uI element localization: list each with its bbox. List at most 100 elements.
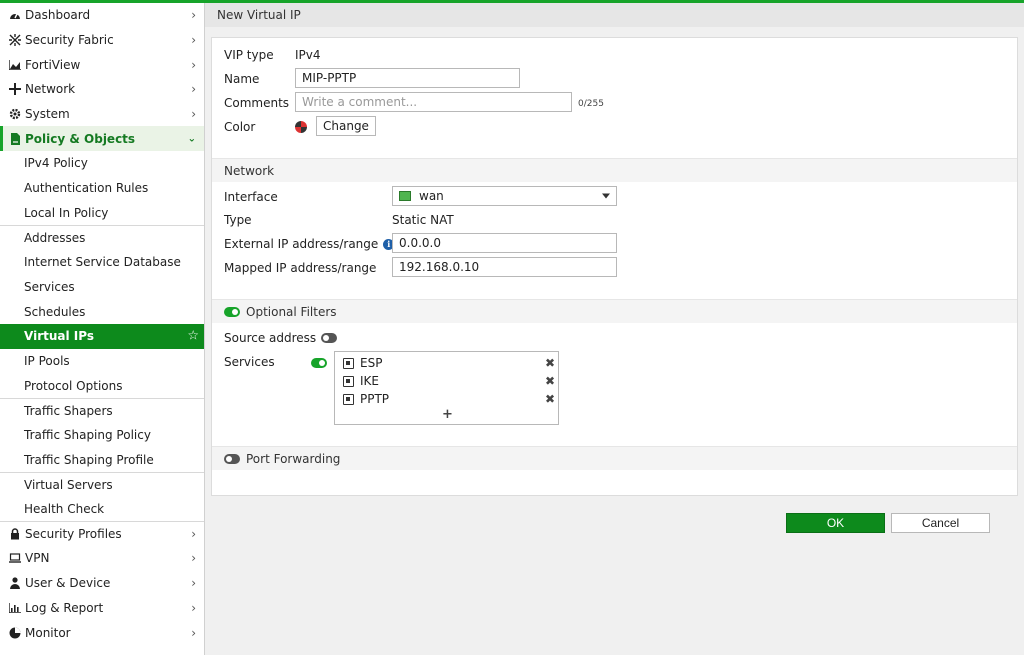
security-fabric-icon <box>8 34 22 47</box>
sidebar-item-local-in-policy[interactable]: Local In Policy <box>0 201 204 226</box>
name-field[interactable]: MIP-PPTP <box>295 68 520 88</box>
optional-filters-title: Optional Filters <box>246 304 337 319</box>
policy-icon <box>8 132 22 145</box>
sidebar-item-traffic-shaping-profile[interactable]: Traffic Shaping Profile <box>0 447 204 472</box>
change-color-button[interactable]: Change <box>316 116 376 136</box>
sidebar-item-log-report[interactable]: Log & Report › <box>0 596 204 621</box>
network-section-title: Network <box>224 163 275 178</box>
optional-filters-section-header: Optional Filters <box>212 299 1017 323</box>
sidebar-item-label: Protocol Options <box>24 378 123 393</box>
sidebar-item-label: Security Fabric <box>25 33 114 48</box>
sidebar-item-policy-objects[interactable]: Policy & Objects ⌄ <box>0 126 204 152</box>
sidebar-item-system[interactable]: System › <box>0 102 204 127</box>
ok-button[interactable]: OK <box>786 513 885 533</box>
sidebar-nav: Dashboard › Security Fabric › FortiView … <box>0 3 205 655</box>
vip-type-label: VIP type <box>224 48 274 62</box>
sidebar-item-label: Virtual IPs <box>24 329 94 344</box>
sidebar-item-label: Traffic Shaping Policy <box>24 428 151 443</box>
fortiview-icon <box>8 59 22 70</box>
sidebar-item-label: Services <box>24 279 75 294</box>
chevron-right-icon: › <box>191 33 196 48</box>
services-label: Services <box>224 355 275 369</box>
mapped-ip-field[interactable]: 192.168.0.10 <box>392 257 617 277</box>
color-label: Color <box>224 120 256 134</box>
dashboard-icon <box>8 10 22 21</box>
sidebar-item-security-profiles[interactable]: Security Profiles › <box>0 521 204 546</box>
sidebar-item-network[interactable]: Network › <box>0 77 204 102</box>
sidebar-item-user-device[interactable]: User & Device › <box>0 571 204 596</box>
sidebar-item-fortiview[interactable]: FortiView › <box>0 52 204 77</box>
sidebar-item-vpn[interactable]: VPN › <box>0 546 204 571</box>
chevron-right-icon: › <box>191 625 196 640</box>
chevron-right-icon: › <box>191 57 196 72</box>
sidebar-item-traffic-shaping-policy[interactable]: Traffic Shaping Policy <box>0 423 204 448</box>
list-item: ESP ✖ <box>343 354 555 372</box>
sidebar-item-label: User & Device <box>25 576 111 591</box>
external-ip-field[interactable]: 0.0.0.0 <box>392 233 617 253</box>
user-icon <box>8 577 22 590</box>
vip-type-row: VIP type <box>224 45 274 65</box>
type-label: Type <box>224 213 252 227</box>
comments-label: Comments <box>224 96 290 110</box>
sidebar-item-ipv4-policy[interactable]: IPv4 Policy <box>0 151 204 176</box>
page-title: New Virtual IP <box>205 3 1024 27</box>
sidebar-item-dashboard[interactable]: Dashboard › <box>0 3 204 28</box>
chevron-right-icon: › <box>191 107 196 122</box>
chevron-right-icon: › <box>191 8 196 23</box>
sidebar-item-label: Addresses <box>24 231 86 246</box>
sidebar-item-internet-service-database[interactable]: Internet Service Database <box>0 250 204 275</box>
color-swatch-icon <box>295 121 307 133</box>
lock-icon <box>8 528 22 540</box>
sidebar-item-label: Schedules <box>24 304 86 319</box>
sidebar-item-authentication-rules[interactable]: Authentication Rules <box>0 176 204 201</box>
source-address-toggle[interactable] <box>321 333 338 343</box>
sidebar-item-label: Policy & Objects <box>25 131 136 146</box>
port-forwarding-section-header: Port Forwarding <box>212 446 1017 470</box>
services-row: Services <box>224 352 275 372</box>
sidebar-item-label: Security Profiles <box>25 527 122 542</box>
vpn-icon <box>8 553 22 564</box>
sidebar-item-schedules[interactable]: Schedules <box>0 299 204 324</box>
port-forwarding-toggle[interactable] <box>224 453 240 464</box>
sidebar-item-label: Network <box>25 82 76 97</box>
sidebar-item-label: Virtual Servers <box>24 477 113 492</box>
chevron-right-icon: › <box>191 600 196 615</box>
sidebar-item-monitor[interactable]: Monitor › <box>0 620 204 645</box>
service-icon <box>343 357 354 369</box>
sidebar-item-label: IP Pools <box>24 353 70 368</box>
interface-select[interactable]: wan <box>392 186 617 206</box>
star-icon[interactable]: ☆ <box>187 329 199 344</box>
cancel-button[interactable]: Cancel <box>891 513 990 533</box>
sidebar-item-traffic-shapers[interactable]: Traffic Shapers <box>0 398 204 423</box>
sidebar-item-virtual-ips[interactable]: Virtual IPs ☆ <box>0 323 204 349</box>
mapped-ip-label: Mapped IP address/range <box>224 261 377 275</box>
sidebar-item-protocol-options[interactable]: Protocol Options <box>0 373 204 398</box>
type-value: Static NAT <box>392 213 454 227</box>
interface-port-icon <box>399 191 411 201</box>
sidebar-item-label: Monitor <box>25 625 71 640</box>
vip-form-panel: VIP type IPv4 Name MIP-PPTP Comments Wri… <box>211 37 1018 496</box>
optional-filters-toggle[interactable] <box>224 306 240 317</box>
service-name: ESP <box>360 356 383 370</box>
chevron-right-icon: › <box>191 82 196 97</box>
remove-icon[interactable]: ✖ <box>545 374 555 388</box>
monitor-icon <box>8 627 22 639</box>
network-section-header: Network <box>212 158 1017 182</box>
sidebar-item-health-check[interactable]: Health Check <box>0 497 204 522</box>
sidebar-item-addresses[interactable]: Addresses <box>0 225 204 250</box>
remove-icon[interactable]: ✖ <box>545 356 555 370</box>
services-toggle[interactable] <box>311 358 327 368</box>
sidebar-item-virtual-servers[interactable]: Virtual Servers <box>0 472 204 497</box>
services-list[interactable]: ESP ✖ IKE ✖ PPTP ✖ + <box>334 351 559 425</box>
sidebar-item-label: Health Check <box>24 502 105 517</box>
remove-icon[interactable]: ✖ <box>545 392 555 406</box>
sidebar-item-ip-pools[interactable]: IP Pools <box>0 349 204 374</box>
sidebar-item-security-fabric[interactable]: Security Fabric › <box>0 28 204 53</box>
service-name: IKE <box>360 374 379 388</box>
sidebar-item-label: Dashboard <box>25 8 91 23</box>
add-service-icon[interactable]: + <box>442 407 453 422</box>
network-icon <box>8 83 22 96</box>
sidebar-item-label: Traffic Shaping Profile <box>24 452 154 467</box>
comments-field[interactable]: Write a comment... <box>295 92 572 112</box>
sidebar-item-services[interactable]: Services <box>0 275 204 300</box>
